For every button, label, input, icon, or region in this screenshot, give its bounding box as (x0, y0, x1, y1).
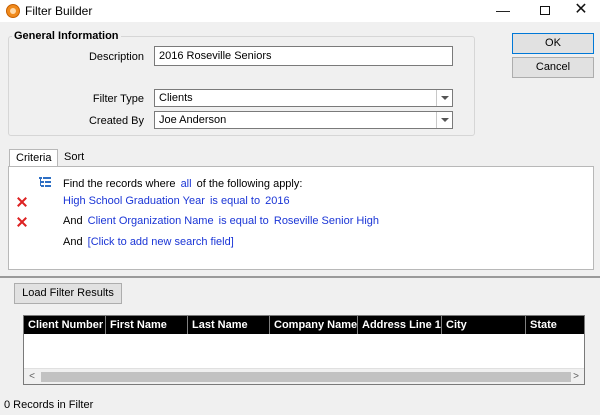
column-header-city[interactable]: City (442, 316, 526, 334)
filter-type-value: Clients (159, 92, 193, 104)
criterion-2-operator[interactable]: is equal to (219, 215, 269, 227)
results-grid[interactable]: Client Number First Name Last Name Compa… (23, 315, 585, 385)
criterion-2-value[interactable]: Roseville Senior High (274, 215, 379, 227)
match-mode-link[interactable]: all (181, 178, 192, 190)
maximize-button[interactable] (530, 0, 560, 22)
criterion-2-field[interactable]: Client Organization Name (88, 215, 214, 227)
records-count-status: 0 Records in Filter (4, 399, 94, 411)
filter-type-select[interactable]: Clients (154, 89, 453, 107)
scrollbar-thumb[interactable] (41, 372, 571, 382)
criteria-intro: Find the records where all of the follow… (63, 178, 302, 190)
add-criterion-and: And (63, 236, 83, 248)
app-icon (6, 4, 20, 18)
created-by-select[interactable]: Joe Anderson (154, 111, 453, 129)
window-title: Filter Builder (25, 4, 93, 18)
criterion-row-2: And Client Organization Name is equal to… (63, 215, 379, 227)
scroll-left-button[interactable]: < (24, 369, 40, 384)
general-information-legend: General Information (12, 30, 121, 42)
criterion-1-field[interactable]: High School Graduation Year (63, 195, 205, 207)
description-field[interactable]: 2016 Roseville Seniors (154, 46, 453, 66)
close-button[interactable]: ✕ (566, 0, 596, 22)
column-header-client-number[interactable]: Client Number (24, 316, 106, 334)
add-search-field-link[interactable]: [Click to add new search field] (88, 236, 234, 248)
tab-criteria[interactable]: Criteria (9, 149, 59, 167)
criteria-intro-prefix: Find the records where (63, 178, 176, 190)
created-by-value: Joe Anderson (159, 114, 227, 126)
grid-header: Client Number First Name Last Name Compa… (24, 316, 584, 334)
load-filter-results-button[interactable]: Load Filter Results (14, 283, 122, 304)
remove-criterion-2-icon[interactable] (17, 217, 27, 227)
criterion-1-value[interactable]: 2016 (265, 195, 289, 207)
chevron-down-icon[interactable] (436, 112, 452, 128)
maximize-icon (540, 5, 550, 15)
tab-sort[interactable]: Sort (58, 149, 90, 167)
created-by-label: Created By (88, 115, 144, 127)
chevron-down-icon[interactable] (436, 90, 452, 106)
criterion-row-1: High School Graduation Year is equal to … (63, 195, 290, 207)
criteria-intro-suffix: of the following apply: (196, 178, 303, 190)
filter-type-label: Filter Type (92, 93, 144, 105)
cancel-button[interactable]: Cancel (512, 57, 594, 78)
column-header-first-name[interactable]: First Name (106, 316, 188, 334)
splitter[interactable] (0, 276, 600, 278)
add-criterion-row: And [Click to add new search field] (63, 236, 234, 248)
column-header-address-line-1[interactable]: Address Line 1 (358, 316, 442, 334)
ok-button[interactable]: OK (512, 33, 594, 54)
horizontal-scrollbar[interactable]: < > (24, 368, 584, 384)
criterion-1-operator[interactable]: is equal to (210, 195, 260, 207)
filter-list-icon (39, 177, 51, 187)
description-label: Description (88, 51, 144, 63)
column-header-last-name[interactable]: Last Name (188, 316, 270, 334)
column-header-company-name[interactable]: Company Name (270, 316, 358, 334)
scroll-right-button[interactable]: > (568, 369, 584, 384)
remove-criterion-1-icon[interactable] (17, 197, 27, 207)
criterion-2-and: And (63, 215, 83, 227)
title-bar: Filter Builder — ✕ (0, 0, 600, 22)
column-header-state[interactable]: State (526, 316, 584, 334)
minimize-button[interactable]: — (488, 0, 518, 22)
